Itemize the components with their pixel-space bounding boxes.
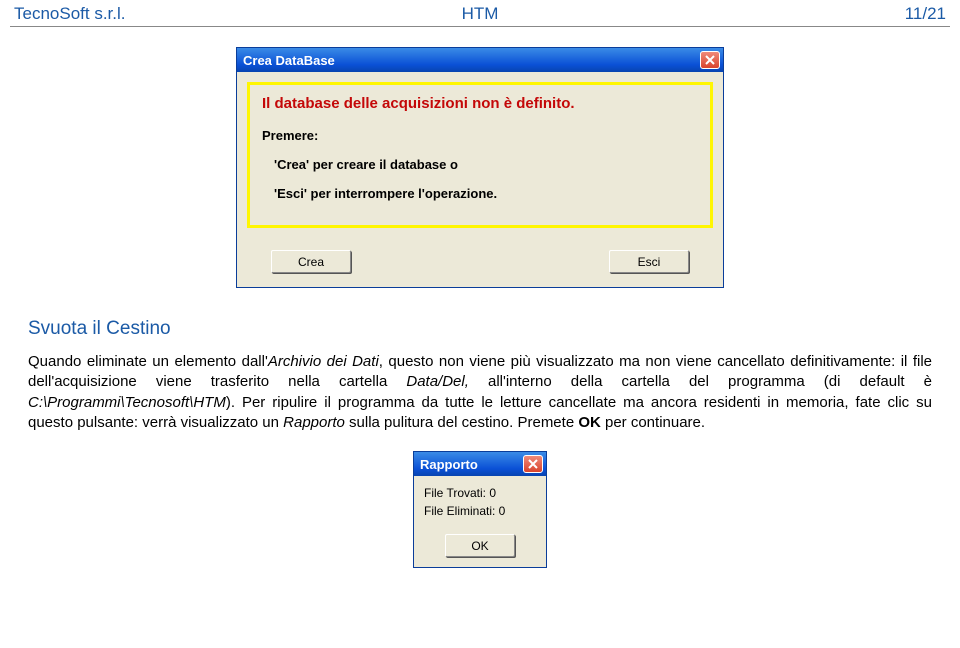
text: Quando eliminate un elemento dall' <box>28 353 268 370</box>
dialog-button-row: Crea Esci <box>237 238 723 287</box>
dialog-body: File Trovati: 0 File Eliminati: 0 <box>414 476 546 530</box>
text-italic: Archivio dei Dati <box>268 353 379 370</box>
dialog-title: Crea DataBase <box>243 53 700 68</box>
text: per continuare. <box>601 414 705 431</box>
press-label: Premere: <box>262 128 698 143</box>
header-company: TecnoSoft s.r.l. <box>14 4 325 24</box>
text: all'interno della cartella del programma… <box>469 373 932 390</box>
rapporto-dialog: Rapporto File Trovati: 0 File Eliminati:… <box>413 451 547 568</box>
text: sulla pulitura del cestino. Premete <box>345 414 578 431</box>
file-trovati-line: File Trovati: 0 <box>424 486 536 500</box>
main-content: Crea DataBase Il database delle acquisiz… <box>0 47 960 568</box>
close-icon <box>705 55 715 65</box>
close-icon <box>528 459 538 469</box>
close-button[interactable] <box>523 455 543 473</box>
text-italic: C:\Programmi\Tecnosoft\HTM <box>28 394 226 411</box>
file-eliminati-line: File Eliminati: 0 <box>424 504 536 518</box>
header-page-number: 11/21 <box>635 4 946 24</box>
dialog-body: Il database delle acquisizioni non è def… <box>237 72 723 238</box>
text-italic: Data/Del, <box>406 373 469 390</box>
text-bold: OK <box>578 414 601 431</box>
dialog-titlebar: Rapporto <box>414 452 546 476</box>
alert-frame: Il database delle acquisizioni non è def… <box>247 82 713 228</box>
text-italic: Rapporto <box>283 414 345 431</box>
header-title: HTM <box>325 4 636 24</box>
esci-button[interactable]: Esci <box>609 250 689 273</box>
close-button[interactable] <box>700 51 720 69</box>
section-heading: Svuota il Cestino <box>28 318 932 340</box>
section-paragraph: Quando eliminate un elemento dall'Archiv… <box>28 352 932 433</box>
option-esci: 'Esci' per interrompere l'operazione. <box>262 186 698 201</box>
alert-text: Il database delle acquisizioni non è def… <box>262 95 698 112</box>
ok-button[interactable]: OK <box>445 534 515 557</box>
option-crea: 'Crea' per creare il database o <box>262 157 698 172</box>
header-divider <box>10 26 950 27</box>
crea-database-dialog: Crea DataBase Il database delle acquisiz… <box>236 47 724 288</box>
dialog-title: Rapporto <box>420 457 523 472</box>
dialog-titlebar: Crea DataBase <box>237 48 723 72</box>
crea-button[interactable]: Crea <box>271 250 351 273</box>
dialog-button-row: OK <box>414 530 546 567</box>
page-header: TecnoSoft s.r.l. HTM 11/21 <box>0 0 960 26</box>
